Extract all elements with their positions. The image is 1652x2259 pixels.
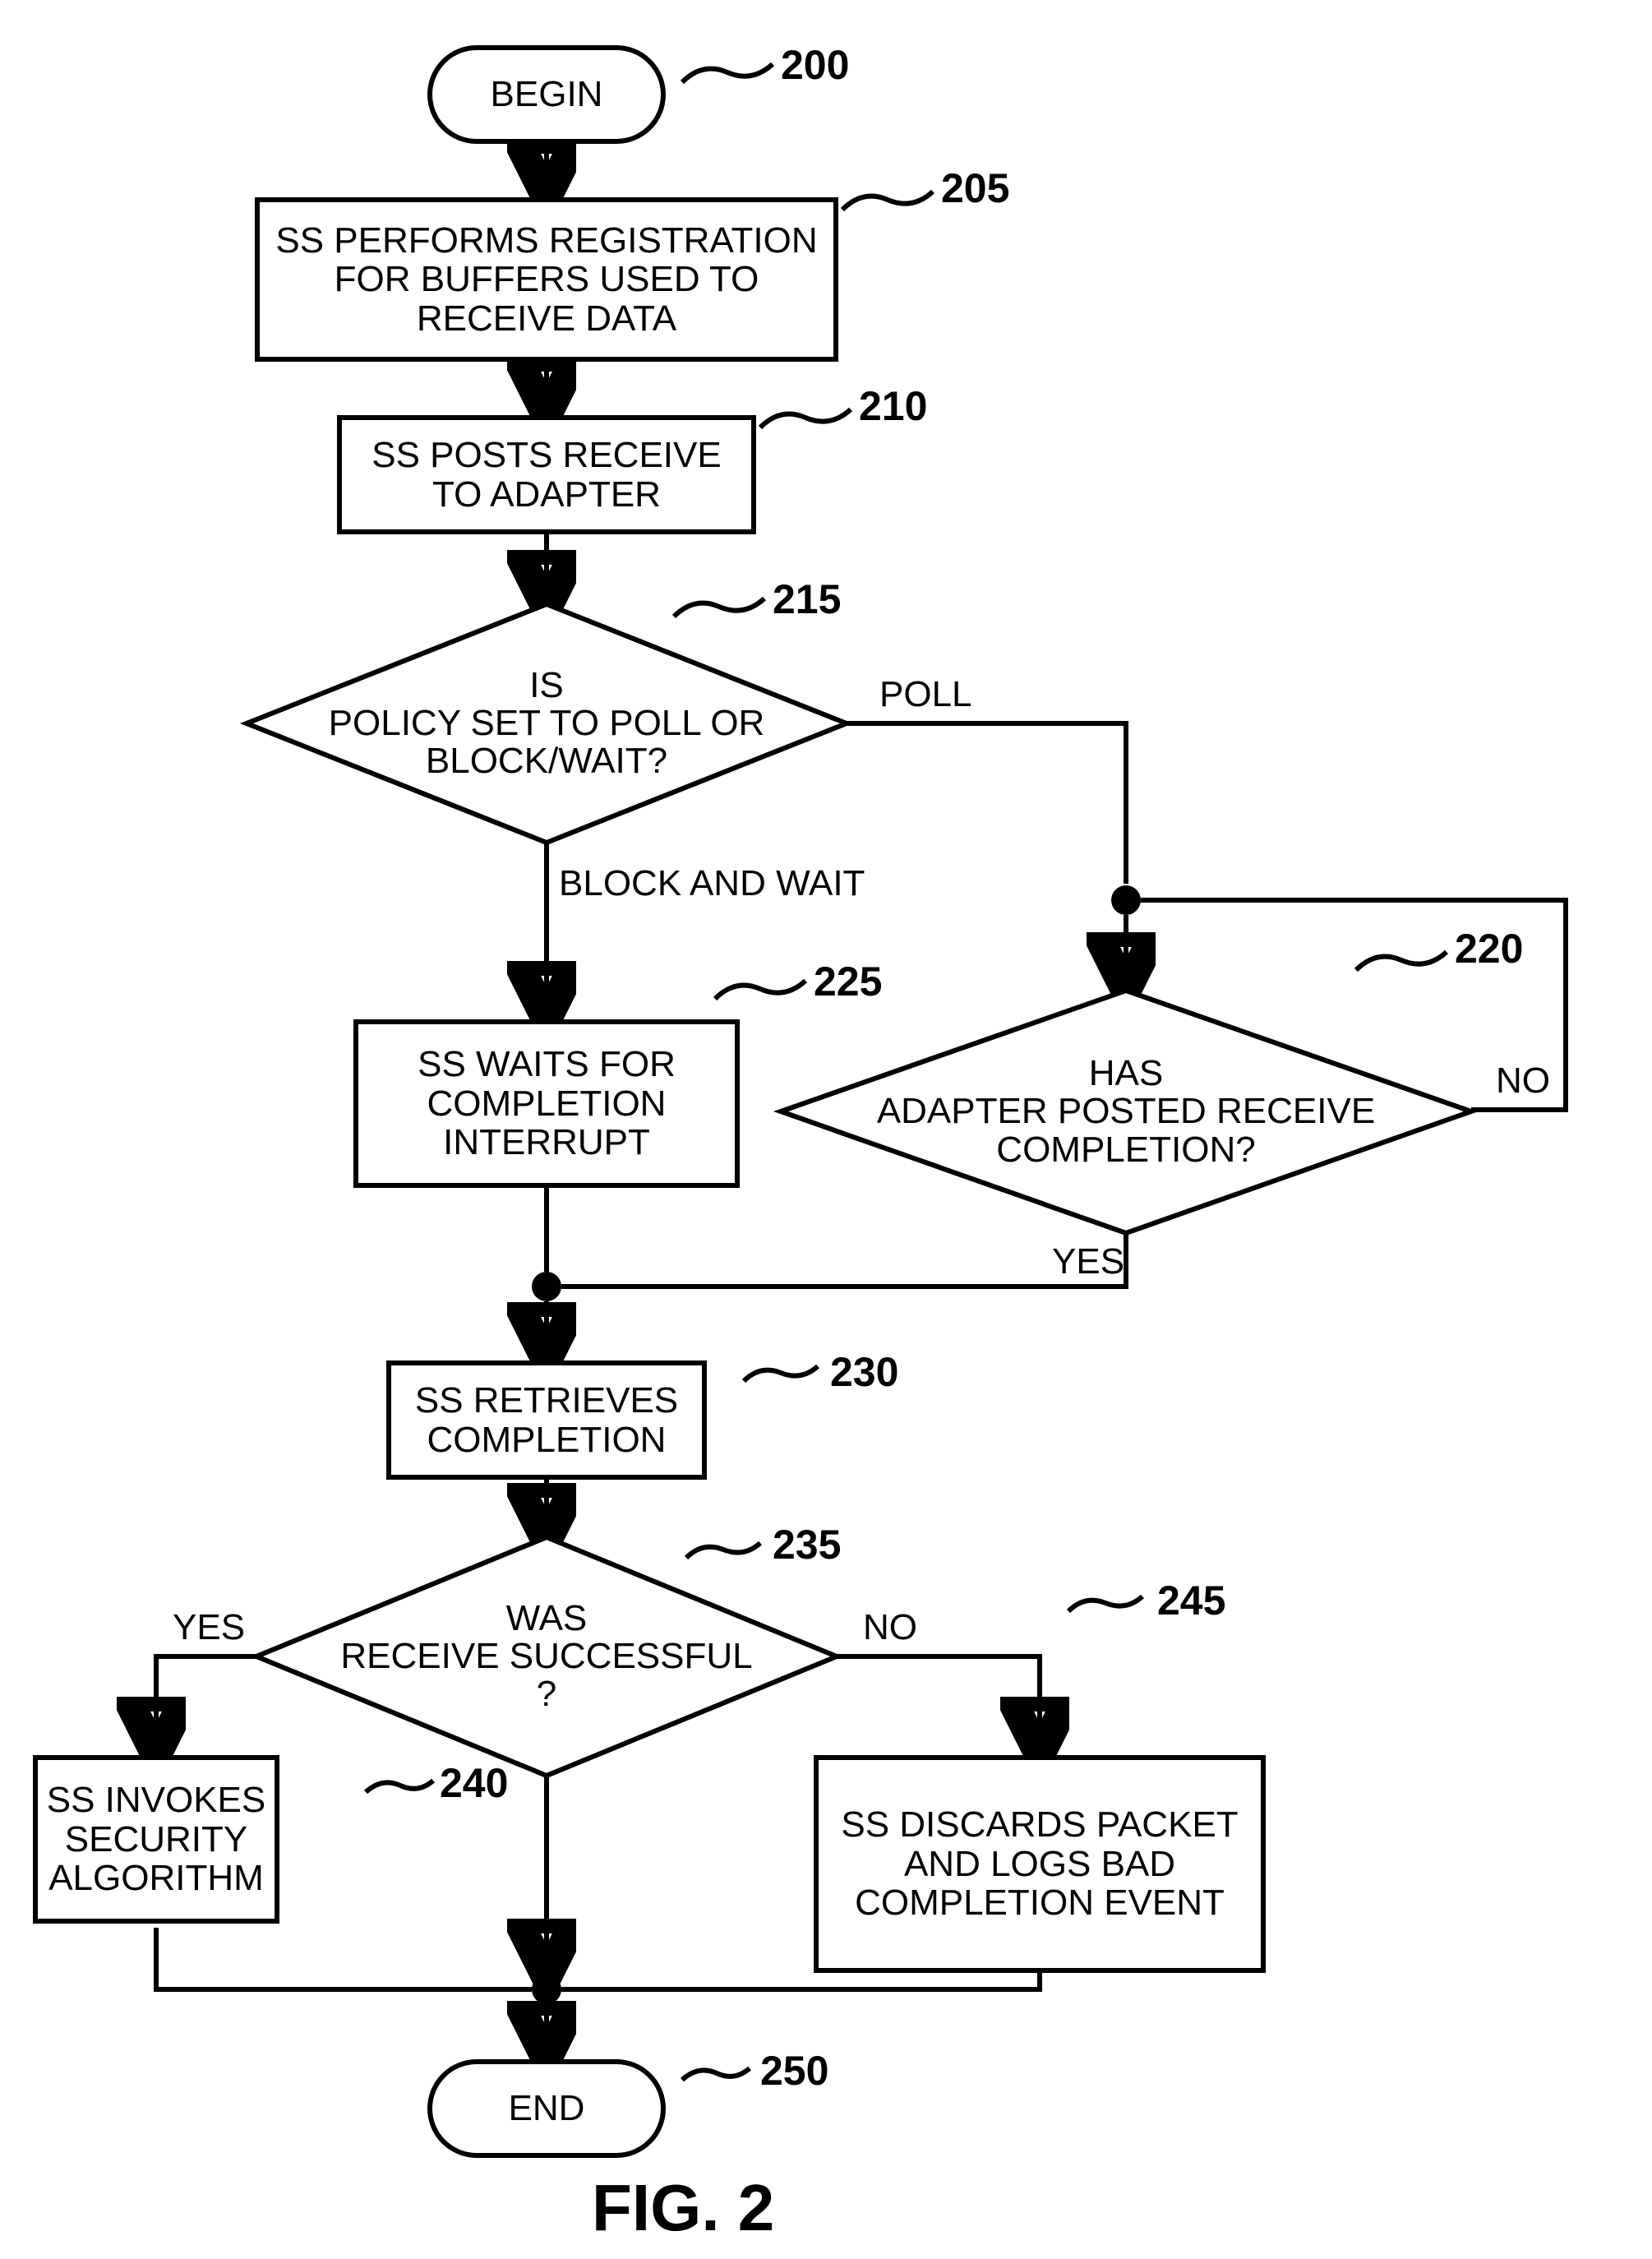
ref-250: 250 — [760, 2047, 828, 2095]
edge-label-blockwait: BLOCK AND WAIT — [559, 863, 865, 904]
process-invoke-security: SS INVOKES SECURITY ALGORITHM — [33, 1755, 279, 1924]
terminator-begin: BEGIN — [427, 45, 666, 144]
edge-label-yes-220: YES — [1052, 1241, 1124, 1282]
figure-label: FIG. 2 — [592, 2170, 774, 2246]
decision-receive-successful-label: WAS RECEIVE SUCCESSFUL ? — [256, 1537, 837, 1776]
ref-220: 220 — [1455, 925, 1523, 972]
decision-policy-label: IS POLICY SET TO POLL OR BLOCK/WAIT? — [247, 604, 847, 843]
process-registration: SS PERFORMS REGISTRATION FOR BUFFERS USE… — [255, 197, 838, 362]
ref-200: 200 — [781, 41, 849, 89]
process-discard-packet-label: SS DISCARDS PACKET AND LOGS BAD COMPLETI… — [830, 1805, 1249, 1923]
ref-230: 230 — [830, 1348, 898, 1396]
decision-posted-completion: HAS ADAPTER POSTED RECEIVE COMPLETION? — [781, 991, 1471, 1233]
ref-215: 215 — [773, 575, 841, 623]
ref-245: 245 — [1157, 1577, 1225, 1624]
flowchart-canvas: BEGIN 200 SS PERFORMS REGISTRATION FOR B… — [0, 0, 1652, 2259]
terminator-begin-label: BEGIN — [491, 75, 603, 114]
process-wait-interrupt: SS WAITS FOR COMPLETION INTERRUPT — [353, 1019, 740, 1188]
edge-label-yes-235: YES — [173, 1607, 245, 1648]
process-invoke-security-label: SS INVOKES SECURITY ALGORITHM — [46, 1781, 266, 1898]
process-registration-label: SS PERFORMS REGISTRATION FOR BUFFERS USE… — [275, 221, 819, 339]
process-wait-interrupt-label: SS WAITS FOR COMPLETION INTERRUPT — [373, 1045, 720, 1162]
process-retrieve-completion: SS RETRIEVES COMPLETION — [386, 1360, 707, 1480]
ref-210: 210 — [859, 382, 927, 430]
terminator-end: END — [427, 2059, 666, 2158]
process-discard-packet: SS DISCARDS PACKET AND LOGS BAD COMPLETI… — [814, 1755, 1266, 1973]
ref-205: 205 — [941, 164, 1009, 212]
edge-label-no-235: NO — [863, 1607, 917, 1648]
ref-225: 225 — [814, 958, 882, 1005]
process-retrieve-completion-label: SS RETRIEVES COMPLETION — [406, 1381, 687, 1459]
decision-receive-successful: WAS RECEIVE SUCCESSFUL ? — [256, 1537, 837, 1776]
decision-posted-completion-label: HAS ADAPTER POSTED RECEIVE COMPLETION? — [781, 991, 1471, 1233]
edge-label-no-220: NO — [1496, 1060, 1550, 1102]
ref-235: 235 — [773, 1521, 841, 1568]
edge-label-poll: POLL — [879, 674, 972, 715]
terminator-end-label: END — [509, 2089, 585, 2128]
process-post-receive-label: SS POSTS RECEIVE TO ADAPTER — [357, 436, 736, 514]
decision-policy: IS POLICY SET TO POLL OR BLOCK/WAIT? — [247, 604, 847, 843]
process-post-receive: SS POSTS RECEIVE TO ADAPTER — [337, 415, 756, 534]
ref-240: 240 — [440, 1759, 508, 1807]
